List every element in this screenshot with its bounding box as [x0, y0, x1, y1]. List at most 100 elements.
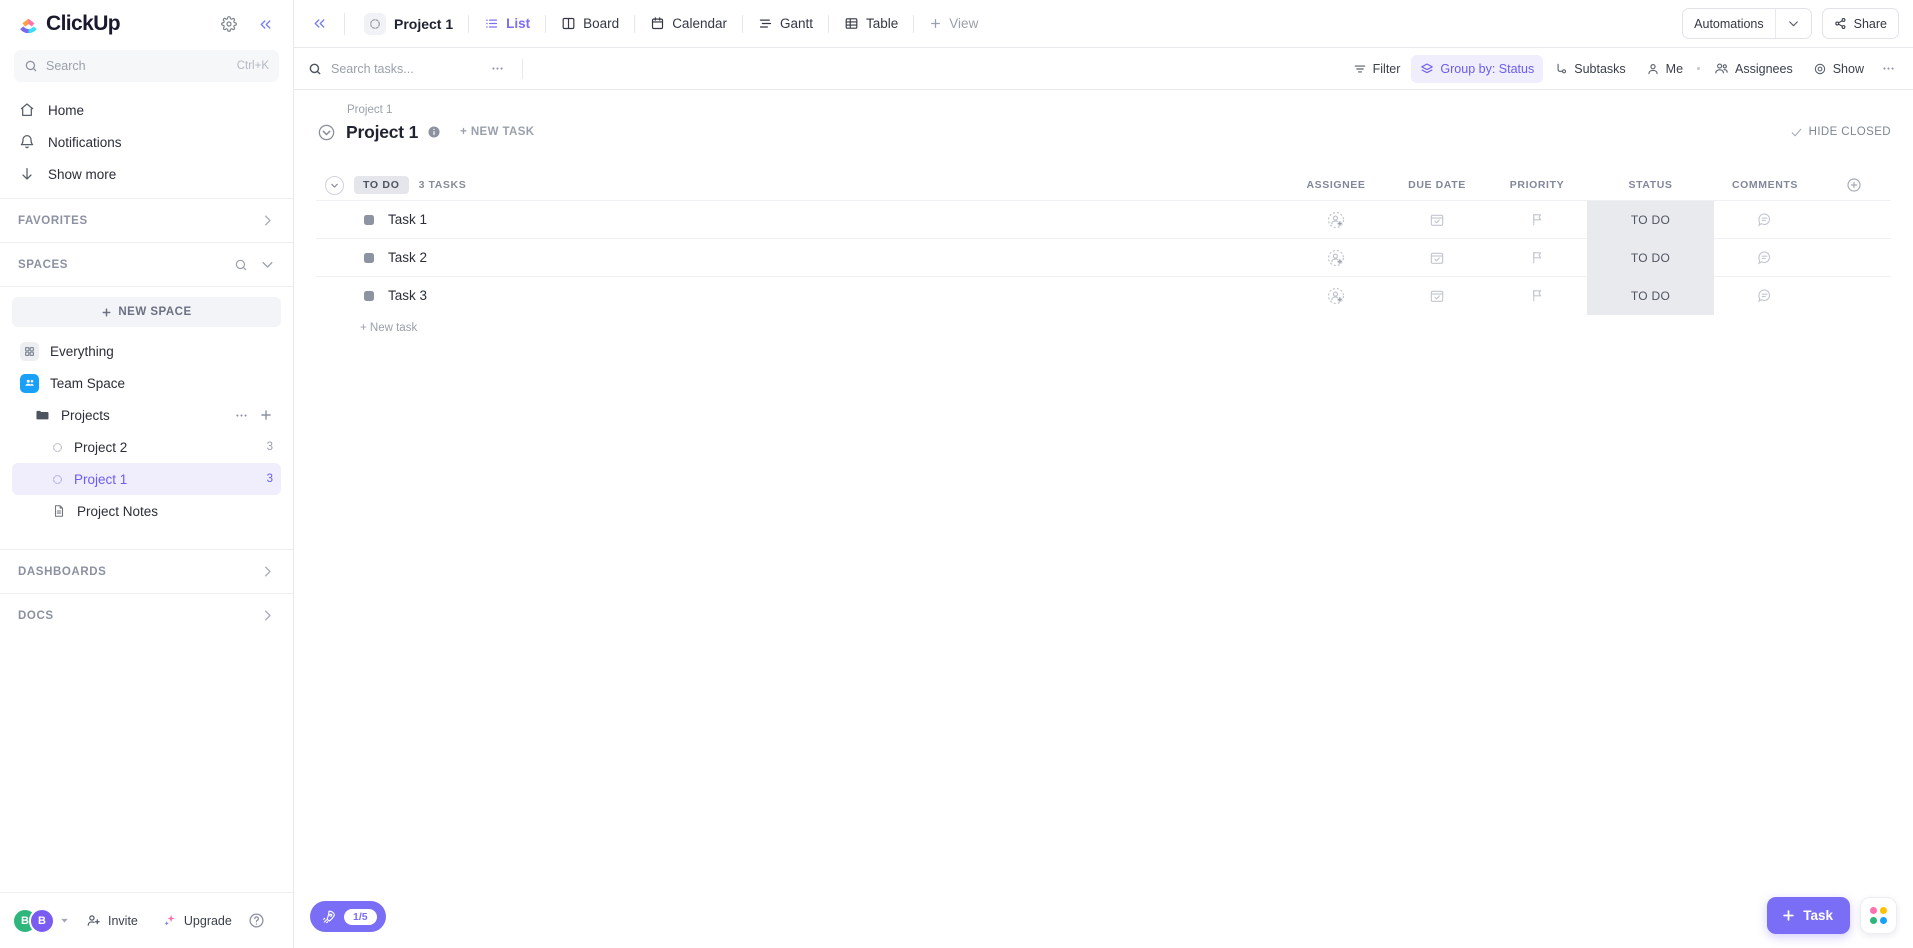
create-task-button[interactable]: Task — [1767, 897, 1850, 934]
top-bar-right: Automations Share — [1682, 8, 1899, 39]
sparkle-icon — [162, 913, 177, 928]
sidebar-item-project-notes[interactable]: Project Notes — [12, 495, 281, 527]
filter-button[interactable]: Filter — [1344, 55, 1410, 83]
table-row[interactable]: Task 1 TO DO — [316, 200, 1891, 239]
share-button[interactable]: Share — [1821, 8, 1899, 39]
priority-cell[interactable] — [1487, 288, 1587, 303]
task-status-square-icon[interactable] — [364, 252, 374, 263]
status-cell[interactable]: TO DO — [1587, 276, 1714, 315]
sidebar-search-input[interactable]: Search Ctrl+K — [14, 50, 279, 82]
toolbar-overflow-icon[interactable] — [1875, 56, 1901, 82]
sidebar-section-spaces[interactable]: SPACES — [0, 242, 293, 286]
sidebar-collapse-icon[interactable] — [251, 10, 279, 38]
comments-cell[interactable] — [1714, 249, 1816, 267]
chevron-down-icon[interactable] — [260, 257, 275, 272]
subtasks-button[interactable]: Subtasks — [1545, 55, 1634, 83]
panel-collapse-icon[interactable] — [304, 9, 334, 39]
new-space-button[interactable]: NEW SPACE — [12, 297, 281, 327]
sidebar-item-everything[interactable]: Everything — [12, 335, 281, 367]
folder-more-icon[interactable] — [234, 408, 249, 423]
tab-calendar[interactable]: Calendar — [641, 9, 736, 39]
add-column-button[interactable] — [1816, 177, 1891, 193]
status-cell[interactable]: TO DO — [1587, 200, 1714, 239]
spaces-search-icon[interactable] — [234, 258, 248, 272]
tab-list[interactable]: List — [475, 9, 539, 39]
priority-cell[interactable] — [1487, 250, 1587, 265]
help-circle-icon[interactable] — [248, 912, 265, 929]
breadcrumb[interactable]: Project 1 — [316, 104, 1891, 116]
column-header-status[interactable]: STATUS — [1587, 179, 1714, 191]
me-button[interactable]: Me — [1637, 55, 1692, 83]
people-icon — [20, 373, 39, 393]
clickup-logo[interactable]: ClickUp — [18, 12, 207, 36]
comments-cell[interactable] — [1714, 211, 1816, 229]
group-by-button[interactable]: Group by: Status — [1411, 54, 1544, 83]
task-name[interactable]: Task 1 — [388, 212, 427, 227]
due-date-cell[interactable] — [1387, 288, 1487, 304]
new-task-header-button[interactable]: + NEW TASK — [460, 126, 534, 138]
folder-add-icon[interactable] — [259, 408, 273, 422]
sidebar-item-project-2[interactable]: Project 2 3 — [12, 431, 281, 463]
assignee-cell[interactable] — [1285, 248, 1387, 268]
sidebar-section-favorites[interactable]: FAVORITES — [0, 198, 293, 242]
table-row[interactable]: Task 2 TO DO — [316, 238, 1891, 277]
task-status-square-icon[interactable] — [364, 290, 374, 301]
info-icon[interactable] — [427, 125, 441, 139]
new-task-row-button[interactable]: + New task — [316, 314, 1891, 342]
tab-label: Table — [866, 16, 899, 31]
sidebar-item-show-more[interactable]: Show more — [10, 158, 283, 190]
workspace-avatars[interactable]: B B — [12, 907, 55, 934]
column-header-due-date[interactable]: DUE DATE — [1387, 179, 1487, 191]
sidebar-item-projects-folder[interactable]: Projects — [12, 399, 281, 431]
apps-launcher-button[interactable] — [1860, 897, 1897, 934]
upgrade-button[interactable]: Upgrade — [152, 906, 242, 936]
automations-button[interactable]: Automations — [1682, 8, 1812, 39]
due-date-cell[interactable] — [1387, 212, 1487, 228]
collapse-group-icon[interactable] — [325, 175, 344, 195]
task-name-cell[interactable]: Task 3 — [316, 288, 1285, 303]
task-name[interactable]: Task 2 — [388, 250, 427, 265]
invite-button[interactable]: Invite — [76, 906, 148, 936]
hide-closed-toggle[interactable]: HIDE CLOSED — [1790, 126, 1891, 139]
table-row[interactable]: Task 3 TO DO — [316, 276, 1891, 315]
assignees-button[interactable]: Assignees — [1705, 55, 1802, 83]
collapse-list-icon[interactable] — [316, 122, 337, 143]
comments-cell[interactable] — [1714, 287, 1816, 305]
add-view-button[interactable]: View — [920, 9, 987, 39]
assignee-cell[interactable] — [1285, 286, 1387, 306]
upgrade-label: Upgrade — [183, 913, 232, 928]
priority-cell[interactable] — [1487, 212, 1587, 227]
show-button[interactable]: Show — [1804, 55, 1873, 83]
list-circle-icon — [52, 442, 63, 453]
sidebar-item-project-1[interactable]: Project 1 3 — [12, 463, 281, 495]
sidebar-section-docs[interactable]: DOCS — [0, 593, 293, 637]
automations-main[interactable]: Automations — [1683, 9, 1774, 38]
status-badge[interactable]: TO DO — [354, 176, 409, 194]
current-view-chip[interactable]: Project 1 — [355, 9, 462, 39]
task-name[interactable]: Task 3 — [388, 288, 427, 303]
sidebar-item-count: 3 — [266, 473, 273, 485]
comment-icon — [1756, 211, 1774, 229]
search-more-icon[interactable] — [484, 56, 510, 82]
tab-gantt[interactable]: Gantt — [749, 9, 822, 39]
column-header-comments[interactable]: COMMENTS — [1714, 179, 1816, 191]
sidebar-item-notifications[interactable]: Notifications — [10, 126, 283, 158]
column-header-priority[interactable]: PRIORITY — [1487, 179, 1587, 191]
sidebar-section-dashboards[interactable]: DASHBOARDS — [0, 549, 293, 593]
onboarding-progress-button[interactable]: 1/5 — [310, 901, 386, 932]
sidebar-item-team-space[interactable]: Team Space — [12, 367, 281, 399]
task-search-input[interactable]: Search tasks... — [308, 62, 478, 76]
task-status-square-icon[interactable] — [364, 214, 374, 225]
status-cell[interactable]: TO DO — [1587, 238, 1714, 277]
task-name-cell[interactable]: Task 2 — [316, 250, 1285, 265]
tab-board[interactable]: Board — [552, 9, 628, 39]
task-name-cell[interactable]: Task 1 — [316, 212, 1285, 227]
caret-down-icon[interactable] — [59, 915, 70, 926]
automations-dropdown[interactable] — [1776, 9, 1811, 38]
tab-table[interactable]: Table — [835, 9, 907, 39]
assignee-cell[interactable] — [1285, 210, 1387, 230]
gear-icon[interactable] — [215, 10, 243, 38]
column-header-assignee[interactable]: ASSIGNEE — [1285, 179, 1387, 191]
due-date-cell[interactable] — [1387, 250, 1487, 266]
sidebar-item-home[interactable]: Home — [10, 94, 283, 126]
